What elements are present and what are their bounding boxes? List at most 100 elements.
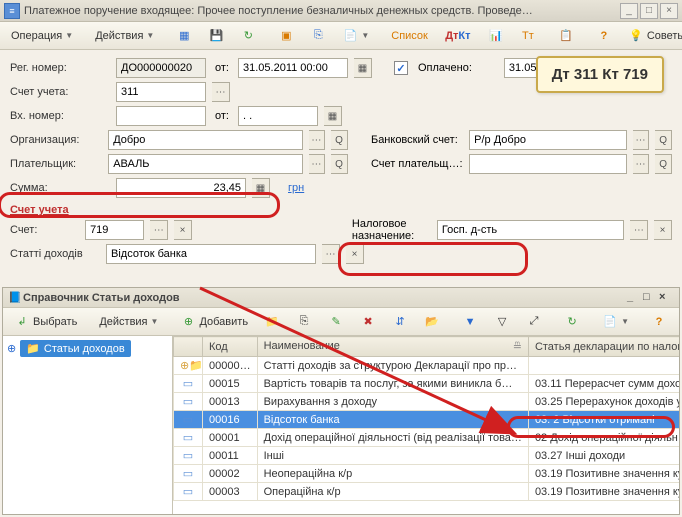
paid-checkbox[interactable]: ✓	[394, 61, 408, 75]
sub-basis-button[interactable]: 📄▼	[595, 311, 636, 333]
payer-acct-input[interactable]	[469, 154, 627, 174]
currency-link[interactable]: грн	[288, 182, 304, 194]
window-titlebar: ≡ Платежное поручение входящее: Прочее п…	[0, 0, 682, 22]
table-row[interactable]: ⊕📁00000…Статті доходів за структурою Дек…	[174, 357, 680, 375]
name-cell: Вартість товарів та послуг, за якими вин…	[257, 375, 528, 393]
print-button[interactable]: Тт	[513, 25, 543, 47]
lookup-button[interactable]: Q	[655, 154, 672, 174]
sub-refresh-button[interactable]: ↻	[557, 311, 587, 333]
close-button[interactable]: ×	[660, 3, 678, 19]
report-icon: 📊	[488, 28, 504, 44]
filter-button[interactable]: ▼	[455, 311, 485, 333]
name-cell: Операційна к/р	[257, 483, 528, 501]
lookup-button[interactable]: Q	[655, 130, 672, 150]
move-button[interactable]: 📂	[417, 311, 447, 333]
sub-actions-menu[interactable]: Действия▼	[92, 311, 165, 333]
operation-menu[interactable]: Операция▼	[4, 25, 80, 47]
reg-value: ДО000000020	[116, 58, 206, 78]
copy-button[interactable]: ⎘	[303, 25, 333, 47]
list-button[interactable]: Список	[384, 25, 435, 47]
tree-root[interactable]: 📁 Статьи доходов	[20, 340, 130, 357]
calc-button[interactable]: ▦	[252, 178, 270, 198]
table-row[interactable]: ▭00002Неопераційна к/р03.19 Позитивне зн…	[174, 465, 680, 483]
table-row[interactable]: ▭00016Відсоток банка03. 2 Відсотки отрим…	[174, 411, 680, 429]
innum-input[interactable]	[116, 106, 206, 126]
new-button[interactable]: ▣	[271, 25, 301, 47]
acct-input[interactable]: 311	[116, 82, 206, 102]
maximize-button[interactable]: □	[640, 3, 658, 19]
select-record-button[interactable]: ↲Выбрать	[7, 311, 84, 333]
select-button[interactable]: ⋯	[212, 82, 230, 102]
hierarchy-button[interactable]: ⇵	[385, 311, 415, 333]
clear-button[interactable]: ×	[174, 220, 192, 240]
name-cell: Вирахування з доходу	[257, 393, 528, 411]
post-button[interactable]: ▦	[169, 25, 199, 47]
row-icon-cell: ▭	[174, 447, 203, 465]
sub-max-button[interactable]: □	[643, 291, 659, 305]
sort-button[interactable]: ⤢	[519, 311, 549, 333]
sub-min-button[interactable]: _	[627, 291, 643, 305]
table-row[interactable]: ▭00013Вирахування з доходу03.25 Перераху…	[174, 393, 680, 411]
select-button[interactable]: ⋯	[633, 130, 650, 150]
edit-button[interactable]: ✎	[321, 311, 351, 333]
save-button[interactable]: 💾	[201, 25, 231, 47]
table-row[interactable]: ▭00011Інші03.27 Інші доходи	[174, 447, 680, 465]
expand-icon[interactable]: ⊕	[7, 342, 16, 355]
filter-off-button[interactable]: ▽	[487, 311, 517, 333]
actions-menu[interactable]: Действия▼	[88, 25, 161, 47]
delete-button[interactable]: ✖	[353, 311, 383, 333]
acc2-input[interactable]: 719	[85, 220, 144, 240]
add-folder-button[interactable]: 📁	[257, 311, 287, 333]
select-button[interactable]: ⋯	[309, 154, 326, 174]
sum-input[interactable]: 23,45	[116, 178, 246, 198]
row-icon-cell: ▭	[174, 483, 203, 501]
sub-close-button[interactable]: ×	[659, 291, 675, 305]
minimize-button[interactable]: _	[620, 3, 638, 19]
refresh-button[interactable]: ↻	[233, 25, 263, 47]
sub-tips-button[interactable]: 💡Советы	[676, 311, 682, 333]
help-button[interactable]: ?	[589, 25, 619, 47]
lookup-button[interactable]: Q	[331, 154, 348, 174]
sub-help-button[interactable]: ?	[644, 311, 674, 333]
payer-label: Плательщик:	[10, 158, 102, 170]
org-input[interactable]: Добро	[108, 130, 302, 150]
col-icon[interactable]	[174, 337, 203, 357]
add-button[interactable]: ⊕Добавить	[173, 311, 255, 333]
select-button[interactable]: ⋯	[630, 220, 648, 240]
lookup-button[interactable]: Q	[331, 130, 348, 150]
select-button[interactable]: ⋯	[309, 130, 326, 150]
calendar-button[interactable]: ▦	[324, 106, 342, 126]
from-date-input[interactable]: 31.05.2011 00:00	[238, 58, 348, 78]
copy-row-button[interactable]: ⎘	[289, 311, 319, 333]
payer-acct-label: Счет плательщ…:	[371, 158, 463, 170]
operation-label: Операция	[11, 30, 62, 42]
grid[interactable]: Код Наименование ≞ Статья декларации по …	[173, 336, 679, 514]
clear-button[interactable]: ×	[346, 244, 364, 264]
table-row[interactable]: ▭00003Операційна к/р03.19 Позитивне знач…	[174, 483, 680, 501]
tax-input[interactable]: Госп. д-сть	[437, 220, 625, 240]
payer-input[interactable]: АВАЛЬ	[108, 154, 302, 174]
col-code[interactable]: Код	[203, 337, 258, 357]
decl-cell: 03.19 Позитивне значення ку…	[528, 465, 679, 483]
calendar-button[interactable]: ▦	[354, 58, 372, 78]
select-button[interactable]: ⋯	[633, 154, 650, 174]
clear-button[interactable]: ×	[654, 220, 672, 240]
select-button[interactable]: ⋯	[322, 244, 340, 264]
decl-cell: 03.11 Перерасчет сумм дохо…	[528, 375, 679, 393]
innum-date-input[interactable]: . .	[238, 106, 318, 126]
from-label: от:	[212, 62, 232, 74]
tips-button[interactable]: 💡Советы	[621, 25, 682, 47]
col-decl[interactable]: Статья декларации по налогу	[528, 337, 679, 357]
table-row[interactable]: ▭00001Дохід операційної діяльності (від …	[174, 429, 680, 447]
select-button[interactable]: ⋯	[150, 220, 168, 240]
item-icon: ▭	[180, 449, 196, 462]
table-row[interactable]: ▭00015Вартість товарів та послуг, за яки…	[174, 375, 680, 393]
income-input[interactable]: Відсоток банка	[106, 244, 316, 264]
decl-cell: 03. 2 Відсотки отримані	[528, 411, 679, 429]
report-button[interactable]: 📊	[481, 25, 511, 47]
dtkt-button[interactable]: ДтКт	[443, 25, 473, 47]
col-name[interactable]: Наименование ≞	[257, 337, 528, 357]
settings-button[interactable]: 📋	[551, 25, 581, 47]
basis-button[interactable]: 📄▼	[335, 25, 376, 47]
bank-input[interactable]: Р/р Добро	[469, 130, 627, 150]
